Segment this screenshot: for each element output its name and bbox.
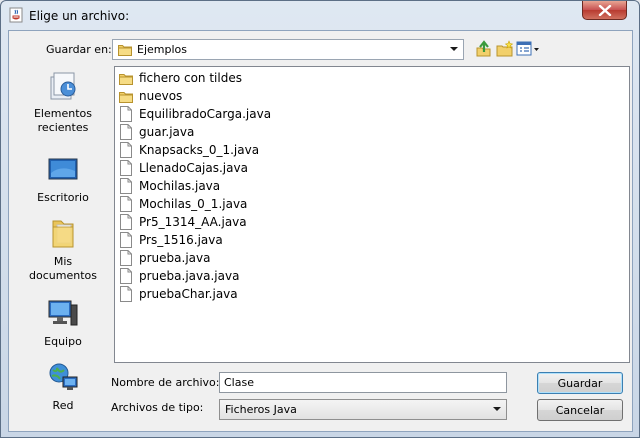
file-chooser-dialog: Elige un archivo: Guardar en: Ejemplos E… [0, 0, 640, 438]
desktop-icon [48, 158, 78, 180]
file-name: Mochilas.java [139, 179, 221, 193]
folder-combo[interactable]: Ejemplos [112, 39, 464, 60]
file-name: EquilibradoCarga.java [139, 107, 272, 121]
network-icon [49, 363, 78, 390]
view-menu-icon[interactable] [516, 40, 540, 58]
close-button[interactable] [582, 1, 627, 20]
place-label: documentos [29, 269, 97, 282]
file-icon [120, 142, 132, 158]
file-name: Pr5_1314_AA.java [139, 215, 247, 229]
place-label: Escritorio [37, 191, 89, 204]
java-cup-icon [9, 7, 23, 23]
filetype-select[interactable]: Ficheros Java [219, 399, 507, 420]
file-icon [120, 178, 132, 194]
filename-value: Clase [224, 376, 254, 389]
up-folder-icon[interactable] [475, 40, 493, 58]
new-folder-icon[interactable] [496, 40, 514, 58]
close-icon [598, 5, 612, 16]
filetype-value: Ficheros Java [225, 403, 297, 416]
folder-icon [119, 92, 133, 103]
file-name: pruebaChar.java [139, 287, 238, 301]
place-label: Elementos [33, 107, 92, 120]
file-name: Knapsacks_0_1.java [139, 143, 260, 157]
file-icon [120, 160, 132, 176]
place-recent-items[interactable]: Elementos recientes [19, 69, 107, 135]
places-bar: Elementos recientes Escritorio Mis docum… [19, 69, 107, 413]
file-icon [120, 124, 132, 140]
chevron-down-icon [450, 47, 458, 51]
place-network[interactable]: Red [19, 361, 107, 413]
file-name: LlenadoCajas.java [139, 161, 248, 175]
file-icon [120, 286, 132, 302]
file-icon [120, 250, 132, 266]
place-label: Red [52, 399, 74, 412]
place-my-documents[interactable]: Mis documentos [19, 217, 107, 283]
dialog-body: Guardar en: Ejemplos Elementos recientes… [8, 30, 633, 432]
file-list[interactable]: fichero con tildes nuevos EquilibradoCarga… [114, 66, 630, 363]
current-folder-name: Ejemplos [137, 43, 187, 56]
file-name: prueba.java [139, 251, 211, 265]
file-name: nuevos [139, 89, 183, 103]
file-name: fichero con tildes [139, 71, 242, 85]
file-icon [120, 196, 132, 212]
filename-label: Nombre de archivo: [111, 376, 220, 389]
save-button[interactable]: Guardar [537, 372, 623, 394]
file-name: prueba.java.java [139, 269, 240, 283]
folder-icon [119, 74, 133, 85]
save-in-label: Guardar en: [46, 43, 112, 56]
file-icon [120, 268, 132, 284]
file-name: Mochilas_0_1.java [139, 197, 248, 211]
window-title: Elige un archivo: [29, 9, 130, 23]
computer-icon [48, 300, 78, 326]
file-icon [120, 106, 132, 122]
file-name: Prs_1516.java [139, 233, 223, 247]
cancel-button[interactable]: Cancelar [537, 399, 623, 421]
place-desktop[interactable]: Escritorio [19, 153, 107, 205]
folder-icon [118, 45, 132, 56]
file-icon [120, 232, 132, 248]
place-label: Mis [53, 255, 73, 268]
place-label: Equipo [44, 335, 82, 348]
documents-folder-icon [52, 220, 74, 248]
filename-input[interactable]: Clase [219, 372, 507, 393]
place-computer[interactable]: Equipo [19, 297, 107, 349]
filetype-label: Archivos de tipo: [111, 401, 204, 414]
file-icon [120, 214, 132, 230]
recent-items-icon [50, 72, 76, 100]
chevron-down-icon [493, 407, 501, 411]
file-name: guar.java [139, 125, 195, 139]
place-label: recientes [37, 121, 89, 134]
title-bar[interactable]: Elige un archivo: [1, 1, 639, 29]
